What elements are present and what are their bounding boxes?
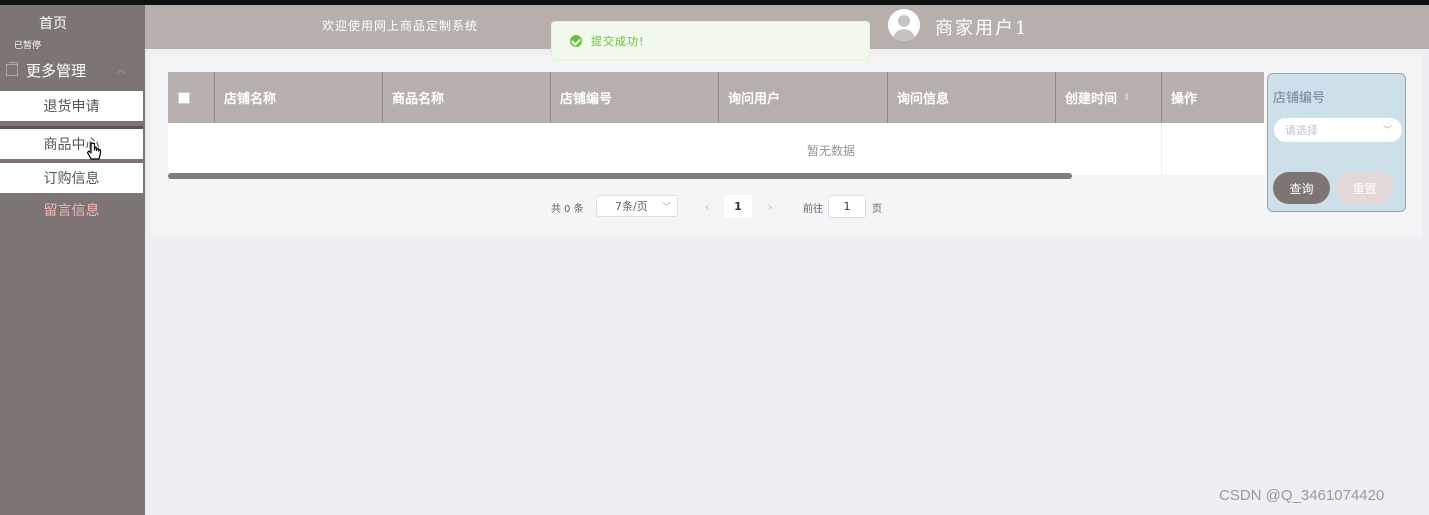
- filter-label-store-number: 店铺编号: [1273, 91, 1326, 106]
- sidebar-item-product-center[interactable]: 商品中心: [0, 126, 143, 159]
- copy-icon: [6, 62, 18, 76]
- filter-panel: 店铺编号 请选择 ﹀ 查询 重置: [1267, 73, 1406, 212]
- column-header-product-name: 商品名称: [383, 72, 551, 123]
- select-placeholder: 请选择: [1285, 124, 1318, 137]
- query-button[interactable]: 查询: [1273, 172, 1330, 204]
- username-label[interactable]: 商家用户1: [935, 14, 1028, 40]
- sort-icon[interactable]: ⇕: [1123, 93, 1131, 103]
- chevron-down-icon: ﹀: [1382, 126, 1392, 136]
- welcome-title: 欢迎使用网上商品定制系统: [322, 19, 479, 33]
- horizontal-scrollbar[interactable]: [168, 173, 1072, 179]
- fixed-actions-column: [1161, 123, 1265, 175]
- success-check-icon: [570, 35, 582, 47]
- table-header: 店铺名称 商品名称 店铺编号 询问用户 询问信息 创建时间 ⇕ 操作: [168, 72, 1264, 123]
- column-header-actions: 操作: [1171, 92, 1198, 107]
- column-header-store-number: 店铺编号: [551, 72, 719, 123]
- toast-message: 提交成功!: [591, 35, 645, 48]
- watermark: CSDN @Q_3461074420: [1219, 487, 1385, 504]
- sidebar-item-message-info[interactable]: 留言信息: [0, 195, 143, 225]
- column-header-store-name: 店铺名称: [215, 72, 383, 123]
- page-size-value: 7条/页: [615, 200, 648, 213]
- goto-page-input[interactable]: 1: [828, 195, 866, 218]
- created-time-label: 创建时间: [1065, 92, 1118, 107]
- success-toast: 提交成功!: [551, 21, 870, 61]
- store-number-select[interactable]: 请选择 ﹀: [1274, 118, 1402, 142]
- reset-button[interactable]: 重置: [1336, 172, 1393, 204]
- sidebar-item-return-request[interactable]: 退货申请: [0, 91, 143, 121]
- sidebar: 首页 已暂停 更多管理 ︿ 退货申请 商品中心 订购信息 留言信息: [0, 5, 145, 515]
- select-all-header[interactable]: [168, 72, 215, 123]
- paused-label: 已暂停: [14, 41, 42, 51]
- prev-page-button[interactable]: ‹: [693, 195, 721, 218]
- chevron-down-icon: ﹀: [661, 203, 671, 213]
- sidebar-group-label: 更多管理: [26, 61, 87, 80]
- column-header-inquiry-info: 询问信息: [888, 72, 1056, 123]
- sidebar-group-more-management[interactable]: 更多管理 ︿: [6, 59, 136, 81]
- hand-cursor-icon: [86, 142, 102, 160]
- table-body: 暂无数据: [168, 123, 1265, 175]
- page-number-current[interactable]: 1: [724, 195, 752, 218]
- chevron-up-icon: ︿: [116, 65, 126, 76]
- column-header-inquiry-user: 询问用户: [719, 72, 888, 123]
- user-avatar-icon[interactable]: [888, 9, 920, 41]
- page-unit-label: 页: [872, 204, 882, 215]
- select-all-checkbox[interactable]: [178, 91, 190, 104]
- pagination-total: 共 0 条: [551, 204, 584, 215]
- goto-label: 前往: [803, 204, 823, 215]
- page-size-select[interactable]: 7条/页 ﹀: [596, 195, 678, 217]
- next-page-button[interactable]: ›: [756, 195, 784, 218]
- sidebar-item-order-info[interactable]: 订购信息: [0, 163, 143, 193]
- column-header-created-time[interactable]: 创建时间 ⇕: [1056, 72, 1162, 123]
- sidebar-item-home[interactable]: 首页: [0, 13, 106, 33]
